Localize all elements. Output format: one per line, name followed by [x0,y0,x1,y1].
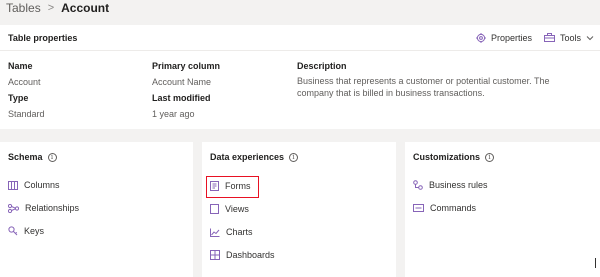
info-icon[interactable] [485,152,495,162]
customizations-title-text: Customizations [413,152,481,162]
relationships-label: Relationships [25,203,80,213]
schema-card: Schema Columns Relationships Keys [0,142,193,277]
last-modified-value: 1 year ago [152,109,195,119]
info-icon[interactable] [47,152,57,162]
columns-label: Columns [24,180,60,190]
data-experiences-views-link[interactable]: Views [210,204,249,214]
table-properties-title: Table properties [8,32,78,43]
business-rules-label: Business rules [429,180,488,190]
breadcrumb-separator: > [47,2,55,14]
charts-icon [210,228,220,237]
data-experiences-charts-link[interactable]: Charts [210,227,253,237]
forms-label: Forms [225,181,251,191]
breadcrumb-tables-link[interactable]: Tables [6,1,41,15]
table-properties-header: Table properties Properties Tools [0,25,600,51]
customizations-commands-link[interactable]: Commands [413,203,476,213]
data-experiences-forms-link[interactable]: Forms [210,181,251,191]
keys-icon [8,226,18,236]
relationships-icon [8,203,19,213]
toolbox-icon [543,33,555,42]
chevron-down-icon [586,35,594,41]
tools-label: Tools [559,32,581,43]
primary-column-value: Account Name [152,77,212,87]
last-modified-label: Last modified [152,93,211,103]
info-icon[interactable] [289,152,299,162]
text-cursor [595,258,596,268]
breadcrumb-current: Account [61,1,110,15]
table-properties-toolbar: Properties Tools [475,32,594,43]
dashboards-label: Dashboards [226,250,275,260]
dashboards-icon [210,250,220,260]
commands-icon [413,204,424,212]
columns-icon [8,180,18,190]
gear-icon [475,32,486,43]
business-rules-icon [413,180,423,190]
customizations-title: Customizations [413,152,495,162]
data-experiences-dashboards-link[interactable]: Dashboards [210,250,275,260]
customizations-card: Customizations Business rules Commands [405,142,600,277]
description-value: Business that represents a customer or p… [297,76,550,98]
views-label: Views [225,204,249,214]
keys-label: Keys [24,226,45,236]
name-label: Name [8,61,33,71]
forms-icon [210,181,219,191]
tools-button[interactable]: Tools [543,32,594,43]
data-experiences-card: Data experiences Forms Views Charts Dash… [202,142,396,277]
schema-relationships-link[interactable]: Relationships [8,203,79,213]
schema-title: Schema [8,152,57,162]
views-icon [210,204,219,214]
primary-column-label: Primary column [152,61,221,71]
table-properties-panel: Table properties Properties Tools Name A… [0,25,600,129]
data-experiences-title: Data experiences [210,152,299,162]
charts-label: Charts [226,227,253,237]
type-label: Type [8,93,29,103]
schema-keys-link[interactable]: Keys [8,226,44,236]
customizations-business-rules-link[interactable]: Business rules [413,180,488,190]
properties-label: Properties [490,32,532,43]
description-label: Description [297,61,347,71]
type-value: Standard [8,109,45,119]
breadcrumb: Tables > Account [6,0,109,16]
schema-title-text: Schema [8,152,43,162]
schema-columns-link[interactable]: Columns [8,180,60,190]
commands-label: Commands [430,203,477,213]
data-experiences-title-text: Data experiences [210,152,285,162]
name-value: Account [8,77,41,87]
properties-button[interactable]: Properties [475,32,532,43]
